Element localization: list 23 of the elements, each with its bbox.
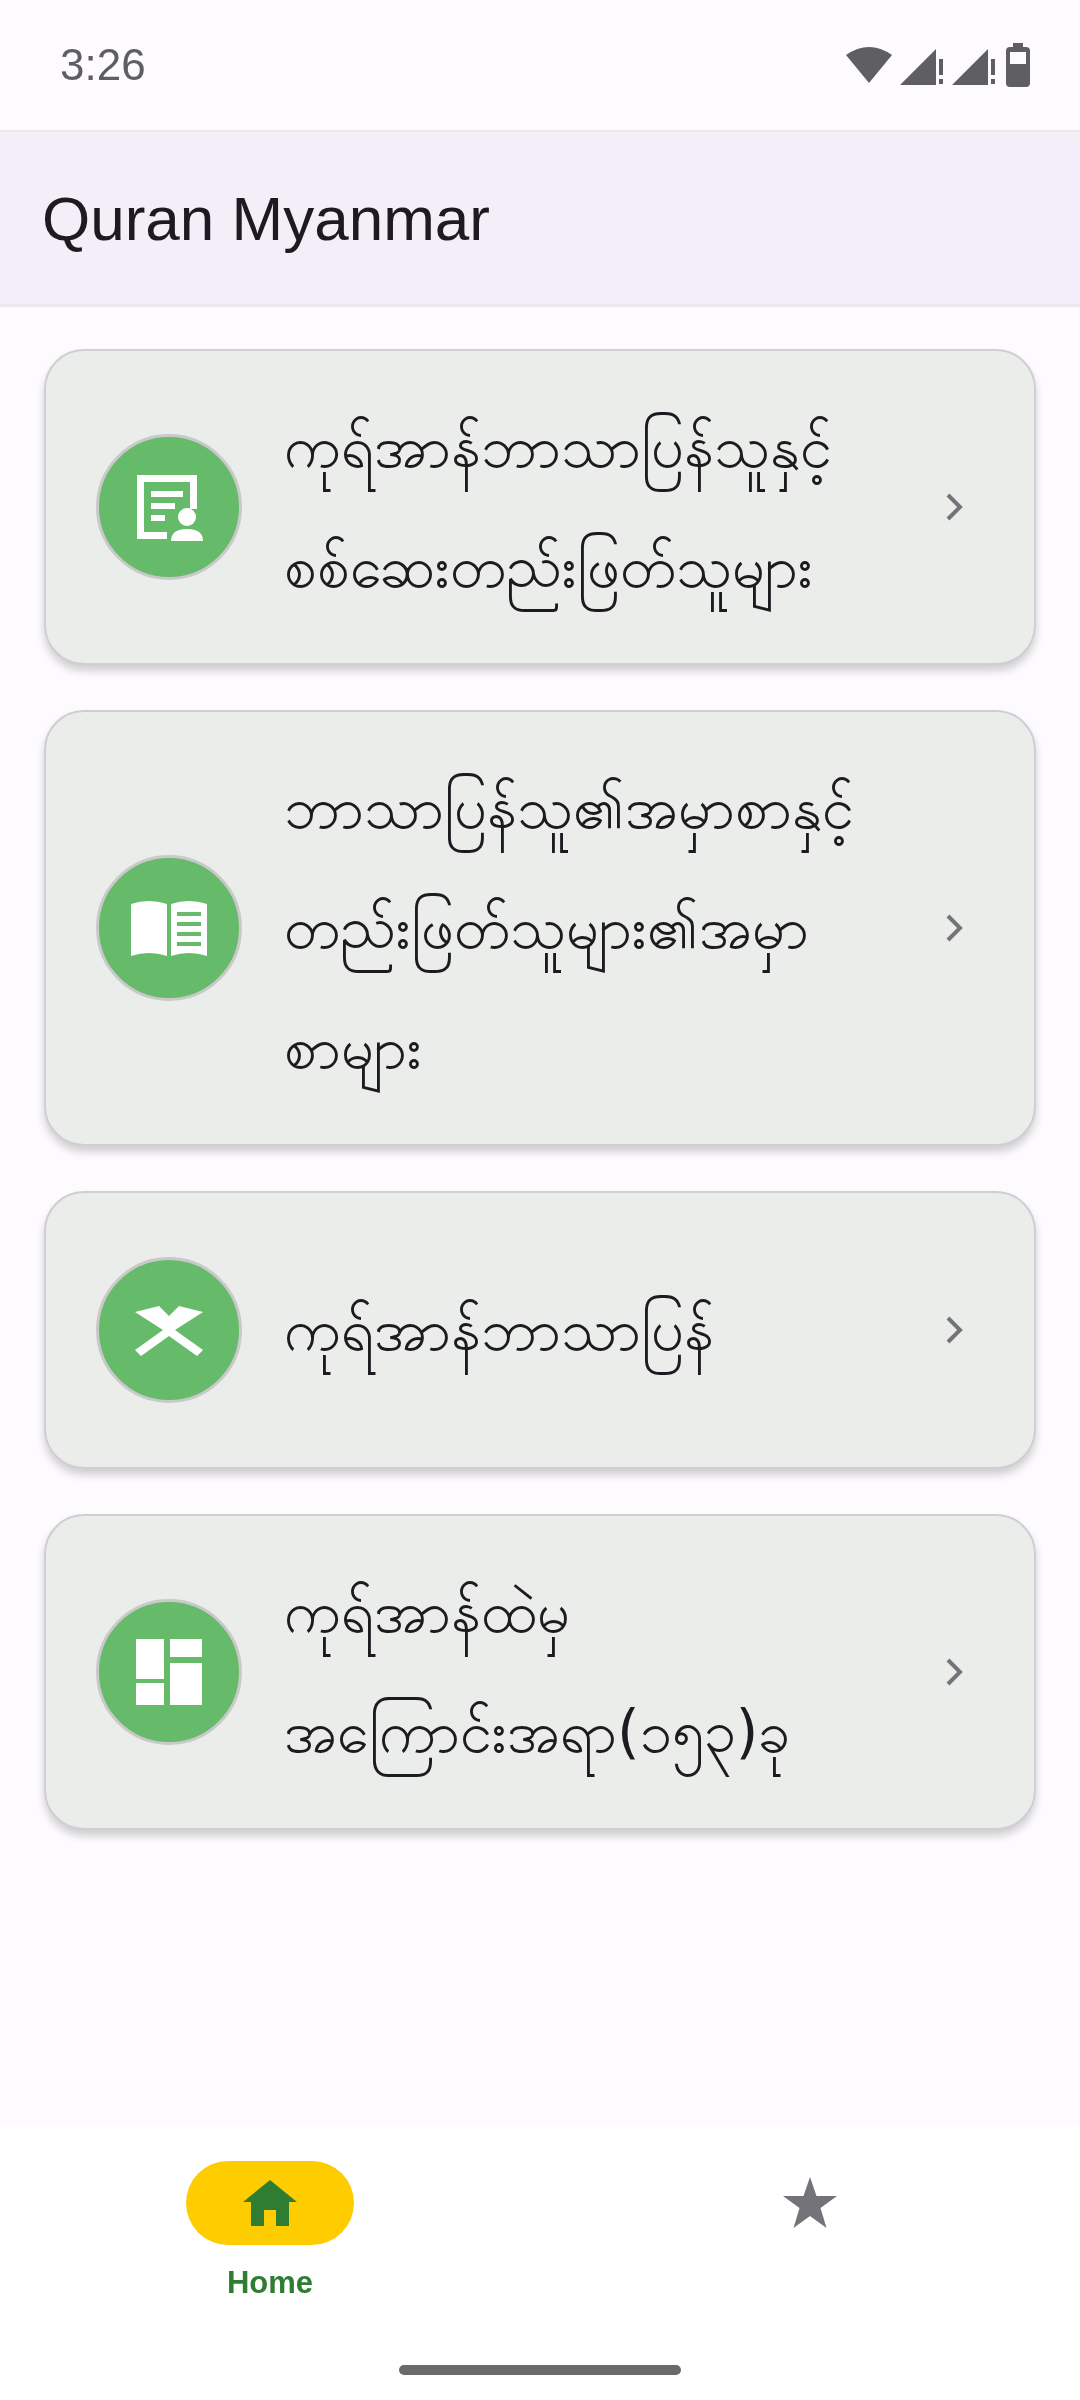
star-icon (783, 2177, 837, 2229)
menu-title: ကုရ်အာန်ဘာသာပြန် (284, 1270, 714, 1390)
menu-title: စစ်ဆေးတည်းဖြတ်သူများ (284, 507, 813, 627)
menu-title: စာများ (284, 988, 422, 1108)
home-icon (243, 2180, 297, 2226)
menu-title: ကုရ်အာန်ထဲမှ (284, 1552, 570, 1672)
status-time: 3:26 (60, 40, 146, 90)
menu-title: ဘာသာပြန်သူ၏အမှာစာနှင့် (284, 748, 854, 868)
menu-card[interactable]: ဘာသာပြန်သူ၏အမှာစာနှင့် တည်းဖြတ်သူများ၏အမှာ စာများ (44, 710, 1036, 1146)
chevron-icon (944, 491, 964, 523)
menu-title: ကုရ်အာန်ဘာသာပြန်သူနှင့် (284, 387, 832, 507)
chevron-icon (944, 912, 964, 944)
menu-card[interactable]: ကုရ်အာန်ထဲမှ အကြောင်းအရာ(၁၅၃)ခု (44, 1514, 1036, 1830)
app-title: Quran Myanmar (42, 182, 490, 254)
wifi-icon (846, 45, 892, 85)
menu-card[interactable]: ကုရ်အာန်ဘာသာပြန်သူနှင့် စစ်ဆေးတည်းဖြတ်သူများ (44, 349, 1036, 665)
battery-icon (1004, 43, 1032, 87)
menu-card[interactable]: ကုရ်အာန်ဘာသာပြန် (44, 1191, 1036, 1469)
menu-title: အကြောင်းအရာ(၁၅၃)ခု (284, 1672, 791, 1792)
nav-label: Home (226, 2265, 314, 2301)
chevron-icon (944, 1314, 964, 1346)
chevron-icon (944, 1656, 964, 1688)
menu-title: တည်းဖြတ်သူများ၏အမှာ (284, 868, 809, 988)
